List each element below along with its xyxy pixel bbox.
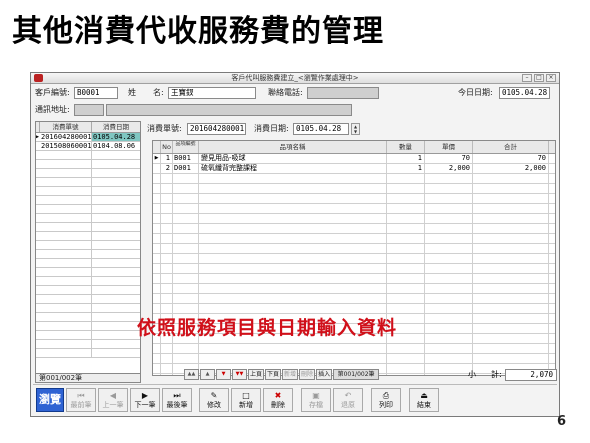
slide-title: 其他消費代收服務費的管理 [12,14,384,49]
save-icon: ▣ [312,391,320,400]
customer-header: 客戶編號: B0001 姓 名: 王寶釵 聯絡電話: 今日日期: 0105.04… [31,85,559,119]
edit-button[interactable]: ✎ 修改 [199,388,229,412]
col-order-no[interactable]: 消費單號 [40,122,92,132]
next-record-icon: ▶ [141,391,149,400]
revert-button[interactable]: ↶ 退原 [333,388,363,412]
browse-mode-button[interactable]: 瀏覽 [36,388,64,412]
name-label: 名: [153,88,164,97]
list-item[interactable]: ▶ 201604280001 0105.04.28 [36,133,140,142]
edit-icon: ✎ [210,391,218,400]
order-list-header: 消費單號 消費日期 [36,122,140,133]
prev-row-icon[interactable]: ▲ [200,369,215,380]
print-button[interactable]: ⎙ 列印 [371,388,401,412]
prev-record-icon: ◀ [109,391,117,400]
prev-page-button[interactable]: 上頁 [248,369,265,380]
subtotal-label-calc: 計: [491,370,502,379]
order-date-label: 消費日期: [254,124,289,133]
customer-no-label: 客戶編號: [35,88,70,97]
close-icon[interactable]: × [546,74,556,82]
address-field[interactable] [106,104,352,116]
grid-record-indicator: 第001/002筆 [333,369,380,380]
window-title: 客戶代叫服務費建立_<瀏覽作業處理中> [231,74,359,82]
item-grid-header: No 品項編號 品項名稱 數量 單價 合計 [153,141,555,154]
phone-field[interactable] [307,87,379,99]
last-record-icon: ⏭ [173,391,181,400]
row-pointer-icon: ▶ [153,154,161,163]
phone-label: 聯絡電話: [268,88,303,97]
order-no-label: 消費單號: [147,124,182,133]
name-field[interactable]: 王寶釵 [168,87,256,99]
grid-delete-button[interactable]: 刪除 [299,369,316,380]
undo-icon: ↶ [344,391,352,400]
first-record-button[interactable]: ⏮ 最前筆 [66,388,96,412]
new-button[interactable]: □ 新增 [231,388,261,412]
table-row[interactable]: 2 D001 硫氧纖背完整課程 1 2,000 2,000 [153,164,555,174]
window-titlebar: 客戶代叫服務費建立_<瀏覽作業處理中> – □ × [31,73,559,84]
order-no-field[interactable]: 201604280001 [187,123,246,135]
col-item-code[interactable]: 品項編號 [173,141,199,153]
grid-navigator: ▲▲ ▲ ▼ ▼▼ 上頁 下頁 新增 刪除 插入 第001/002筆 [184,369,380,381]
next-record-button[interactable]: ▶ 下一筆 [130,388,160,412]
date-spinner-icon[interactable]: ▲ ▼ [351,123,360,135]
customer-no-field[interactable]: B0001 [74,87,118,99]
order-header: 消費單號: 201604280001 消費日期: 0105.04.28 ▲ ▼ [147,121,557,137]
today-field: 0105.04.28 [499,87,550,99]
maximize-icon[interactable]: □ [534,74,544,82]
delete-button[interactable]: ✖ 刪除 [263,388,293,412]
main-toolbar: 瀏覽 ⏮ 最前筆 ◀ 上一筆 ▶ 下一筆 ⏭ 最後筆 ✎ 修改 □ 新增 ✖ 刪除 ▣ 存檔 ↶… [33,384,557,414]
first-row-icon[interactable]: ▲▲ [184,369,199,380]
app-window: 客戶代叫服務費建立_<瀏覽作業處理中> – □ × 客戶編號: B0001 姓 … [30,72,560,417]
last-record-button[interactable]: ⏭ 最後筆 [162,388,192,412]
order-list: 消費單號 消費日期 ▶ 201604280001 0105.04.28 2015… [35,121,141,382]
exit-button[interactable]: ⏏ 結束 [409,388,439,412]
instruction-caption: 依照服務項目與日期輸入資料 [137,317,398,339]
exit-door-icon: ⏏ [420,391,428,400]
next-row-icon[interactable]: ▼ [216,369,231,380]
order-list-status: 第001/002筆 [35,373,141,383]
col-item-name[interactable]: 品項名稱 [199,141,387,153]
col-qty[interactable]: 數量 [387,141,425,153]
table-row[interactable]: ▶ 1 B001 變見用品-吸球 1 70 70 [153,154,555,164]
page-number: 6 [556,414,566,429]
first-record-icon: ⏮ [77,391,85,400]
next-page-button[interactable]: 下頁 [265,369,282,380]
new-document-icon: □ [242,391,250,400]
window-controls: – □ × [522,74,556,82]
list-item[interactable]: 201508060001 0104.08.06 [36,142,140,151]
minimize-icon[interactable]: – [522,74,532,82]
delete-icon: ✖ [274,391,282,400]
item-grid: No 品項編號 品項名稱 數量 單價 合計 ▶ 1 B001 變見用品-吸球 1… [152,140,556,376]
last-row-icon[interactable]: ▼▼ [232,369,247,380]
subtotal-field: 2,070 [505,369,557,381]
subtotal-label-small: 小 [468,370,476,379]
grid-insert-button[interactable]: 插入 [316,369,333,380]
prev-record-button[interactable]: ◀ 上一筆 [98,388,128,412]
today-label: 今日日期: [458,88,493,97]
surname-label: 姓 [128,88,136,97]
grid-new-button[interactable]: 新增 [282,369,299,380]
address-label: 通訊地址: [35,105,70,114]
save-button[interactable]: ▣ 存檔 [301,388,331,412]
zip-field[interactable] [74,104,104,116]
col-no[interactable]: No [161,141,173,153]
col-order-date[interactable]: 消費日期 [92,122,140,132]
order-date-field[interactable]: 0105.04.28 [293,123,349,135]
col-total[interactable]: 合計 [473,141,549,153]
col-price[interactable]: 單價 [425,141,473,153]
printer-icon: ⎙ [382,391,390,400]
